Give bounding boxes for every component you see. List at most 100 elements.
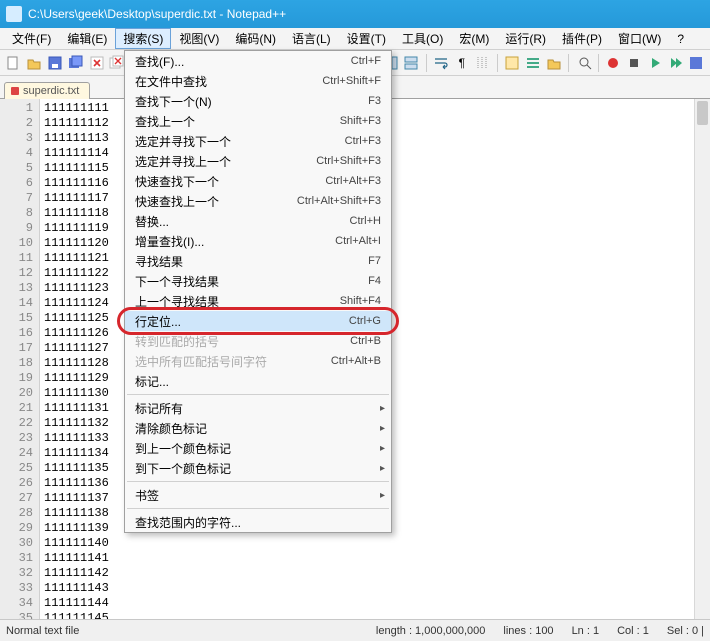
menu-item-label: 下一个寻找结果: [135, 273, 368, 290]
menu-item-shortcut: Ctrl+B: [350, 335, 381, 347]
titlebar: C:\Users\geek\Desktop\superdic.txt - Not…: [0, 0, 710, 28]
menu-item[interactable]: 到下一个颜色标记▸: [125, 458, 391, 478]
menu-item[interactable]: 选定并寻找上一个Ctrl+Shift+F3: [125, 151, 391, 171]
menu-编辑e[interactable]: 编辑(E): [59, 28, 115, 49]
menu-item[interactable]: 标记所有▸: [125, 398, 391, 418]
menu-运行r[interactable]: 运行(R): [497, 28, 554, 49]
save-macro-icon[interactable]: [687, 53, 706, 73]
status-sel: Sel : 0 |: [667, 625, 704, 637]
menu-item-label: 选中所有匹配括号间字符: [135, 353, 331, 370]
menu-item-label: 查找范围内的字符...: [135, 514, 381, 531]
toolbar-sep: [598, 54, 599, 72]
menu-item-shortcut: Ctrl+Shift+F3: [316, 155, 381, 167]
vertical-scrollbar[interactable]: [694, 99, 710, 619]
menu-item-shortcut: Ctrl+Shift+F: [322, 75, 381, 87]
save-icon[interactable]: [46, 53, 65, 73]
open-file-icon[interactable]: [25, 53, 44, 73]
menu-宏m[interactable]: 宏(M): [451, 28, 497, 49]
status-lines: lines : 100: [503, 625, 553, 637]
menu-item-label: 增量查找(I)...: [135, 233, 335, 250]
menu-item[interactable]: 清除颜色标记▸: [125, 418, 391, 438]
new-file-icon[interactable]: [4, 53, 23, 73]
menu-item-shortcut: Ctrl+F3: [345, 135, 381, 147]
status-length: length : 1,000,000,000: [376, 625, 485, 637]
toolbar-sep: [426, 54, 427, 72]
menu-item[interactable]: 选定并寻找下一个Ctrl+F3: [125, 131, 391, 151]
menu-?[interactable]: ?: [669, 30, 692, 48]
menu-item-shortcut: Ctrl+Alt+F3: [325, 175, 381, 187]
code-line: 111111140: [44, 536, 706, 551]
menu-编码n[interactable]: 编码(N): [227, 28, 284, 49]
menu-视图v[interactable]: 视图(V): [171, 28, 227, 49]
save-all-icon[interactable]: [66, 53, 85, 73]
menu-item-shortcut: Ctrl+H: [350, 215, 381, 227]
menu-item-shortcut: Ctrl+Alt+B: [331, 355, 381, 367]
menu-工具o[interactable]: 工具(O): [394, 28, 451, 49]
menu-item[interactable]: 快速查找下一个Ctrl+Alt+F3: [125, 171, 391, 191]
sync-h-icon[interactable]: [402, 53, 421, 73]
menu-item[interactable]: 寻找结果F7: [125, 251, 391, 271]
menu-item[interactable]: 快速查找上一个Ctrl+Alt+Shift+F3: [125, 191, 391, 211]
status-ln: Ln : 1: [572, 625, 600, 637]
menu-item-label: 标记...: [135, 373, 381, 390]
menu-item-label: 寻找结果: [135, 253, 368, 270]
monitor-icon[interactable]: [574, 53, 593, 73]
menu-item[interactable]: 查找范围内的字符...: [125, 512, 391, 532]
menu-item: 转到匹配的括号Ctrl+B: [125, 331, 391, 351]
menu-item-shortcut: F3: [368, 95, 381, 107]
menu-item[interactable]: 标记...: [125, 371, 391, 391]
menu-搜索s[interactable]: 搜索(S): [115, 28, 171, 49]
func-list-icon[interactable]: [524, 53, 543, 73]
menu-item[interactable]: 查找上一个Shift+F3: [125, 111, 391, 131]
menu-item[interactable]: 下一个寻找结果F4: [125, 271, 391, 291]
lang-icon[interactable]: [503, 53, 522, 73]
file-tab[interactable]: superdic.txt: [4, 82, 90, 99]
menu-语言l[interactable]: 语言(L): [284, 28, 339, 49]
menu-item[interactable]: 行定位...Ctrl+G: [125, 311, 391, 331]
menu-item-label: 标记所有: [135, 400, 381, 417]
close-icon[interactable]: [87, 53, 106, 73]
search-menu-dropdown: 查找(F)...Ctrl+F在文件中查找Ctrl+Shift+F查找下一个(N)…: [124, 50, 392, 533]
statusbar: Normal text file length : 1,000,000,000 …: [0, 619, 710, 641]
menu-item-label: 书签: [135, 487, 381, 504]
menu-item-label: 转到匹配的括号: [135, 333, 350, 350]
menu-item[interactable]: 到上一个颜色标记▸: [125, 438, 391, 458]
menu-item-shortcut: Shift+F3: [340, 115, 381, 127]
wrap-icon[interactable]: [432, 53, 451, 73]
record-macro-icon[interactable]: [604, 53, 623, 73]
menu-插件p[interactable]: 插件(P): [554, 28, 610, 49]
menu-item[interactable]: 替换...Ctrl+H: [125, 211, 391, 231]
menu-设置t[interactable]: 设置(T): [339, 28, 394, 49]
menu-item[interactable]: 增量查找(I)...Ctrl+Alt+I: [125, 231, 391, 251]
toolbar-sep: [568, 54, 569, 72]
play-macro-icon[interactable]: [646, 53, 665, 73]
tab-modified-icon: [11, 87, 19, 95]
play-multi-icon[interactable]: [666, 53, 685, 73]
code-line: 111111142: [44, 566, 706, 581]
menu-item-label: 查找下一个(N): [135, 93, 368, 110]
menu-文件f[interactable]: 文件(F): [4, 28, 59, 49]
menu-item-label: 查找上一个: [135, 113, 340, 130]
menu-item-label: 快速查找下一个: [135, 173, 325, 190]
status-col: Col : 1: [617, 625, 649, 637]
folder-icon[interactable]: [545, 53, 564, 73]
menu-item-shortcut: Ctrl+Alt+I: [335, 235, 381, 247]
menu-item[interactable]: 书签▸: [125, 485, 391, 505]
menu-item-shortcut: Shift+F4: [340, 295, 381, 307]
menu-item-label: 选定并寻找上一个: [135, 153, 316, 170]
indent-guide-icon[interactable]: [473, 53, 492, 73]
menu-item[interactable]: 查找(F)...Ctrl+F: [125, 51, 391, 71]
menu-item[interactable]: 查找下一个(N)F3: [125, 91, 391, 111]
menu-item-label: 快速查找上一个: [135, 193, 297, 210]
menu-item: 选中所有匹配括号间字符Ctrl+Alt+B: [125, 351, 391, 371]
menu-item-shortcut: F4: [368, 275, 381, 287]
menu-item[interactable]: 在文件中查找Ctrl+Shift+F: [125, 71, 391, 91]
scrollbar-thumb[interactable]: [697, 101, 708, 125]
show-chars-icon[interactable]: ¶: [452, 53, 471, 73]
menu-item-label: 选定并寻找下一个: [135, 133, 345, 150]
stop-macro-icon[interactable]: [625, 53, 644, 73]
menu-item[interactable]: 上一个寻找结果Shift+F4: [125, 291, 391, 311]
menu-窗口w[interactable]: 窗口(W): [610, 28, 669, 49]
submenu-arrow-icon: ▸: [380, 463, 385, 474]
menu-item-label: 在文件中查找: [135, 73, 322, 90]
